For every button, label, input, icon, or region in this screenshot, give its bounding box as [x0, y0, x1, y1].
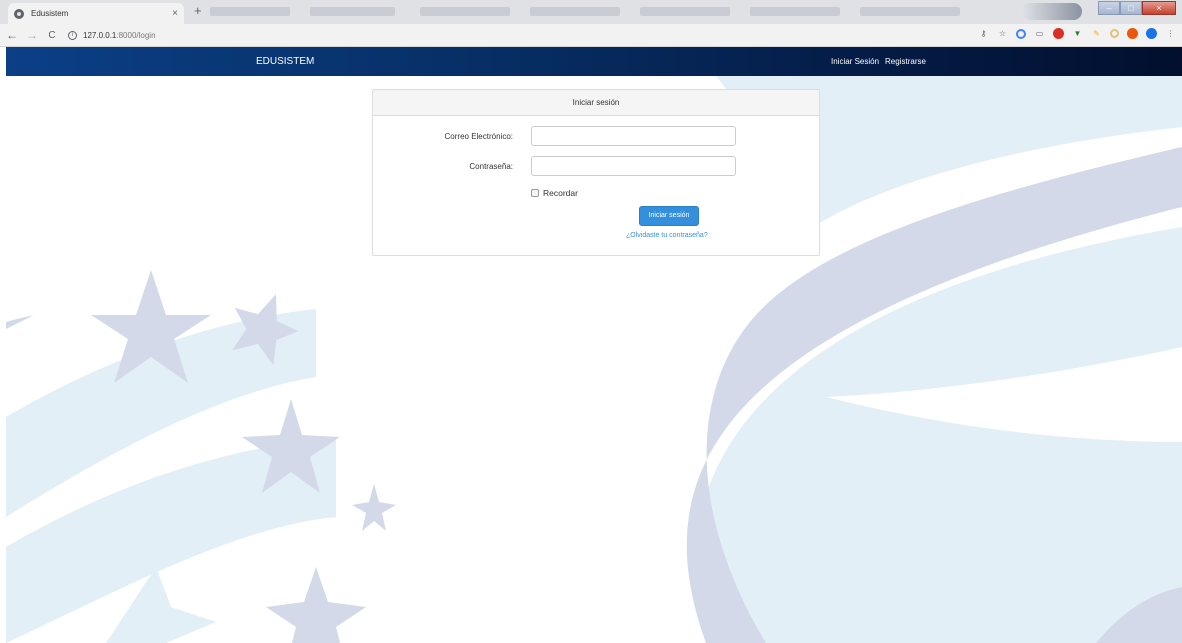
- remember-checkbox[interactable]: [531, 189, 539, 197]
- forgot-password-link[interactable]: ¿Olvidaste tu contraseña?: [626, 232, 708, 239]
- login-panel: Iniciar sesión Correo Electrónico: Contr…: [372, 89, 820, 256]
- background-tab[interactable]: [210, 7, 290, 16]
- browser-tab-active[interactable]: Edusistem ×: [8, 3, 184, 24]
- back-button[interactable]: ←: [4, 28, 20, 42]
- close-window-button[interactable]: ×: [1142, 1, 1176, 15]
- vue-devtools-icon[interactable]: ▼: [1072, 28, 1083, 39]
- new-tab-button[interactable]: +: [194, 4, 202, 18]
- window-controls: – □ ×: [1098, 1, 1176, 15]
- background-tab[interactable]: [530, 7, 620, 16]
- email-label: Correo Electrónico:: [444, 132, 513, 141]
- background-tab[interactable]: [310, 7, 395, 16]
- account-icon[interactable]: [1146, 28, 1157, 39]
- background-tab[interactable]: [420, 7, 510, 16]
- login-panel-heading: Iniciar sesión: [373, 90, 819, 116]
- nav-login-link[interactable]: Iniciar Sesión: [831, 57, 879, 66]
- background-tab[interactable]: [640, 7, 730, 16]
- nav-register-link[interactable]: Registrarse: [885, 57, 926, 66]
- profile-chip[interactable]: [1022, 3, 1082, 20]
- tab-title: Edusistem: [31, 9, 69, 18]
- pen-icon[interactable]: ✎: [1091, 28, 1102, 39]
- extensions-area: ⚷ ☆ ▭ ▼ ✎ ⋮: [978, 28, 1176, 39]
- maximize-button[interactable]: □: [1120, 1, 1142, 15]
- top-navbar: EDUSISTEM Iniciar Sesión Registrarse: [6, 47, 1182, 76]
- adblock-icon[interactable]: [1053, 28, 1064, 39]
- forward-button[interactable]: →: [24, 28, 40, 42]
- tab-close-icon[interactable]: ×: [172, 8, 178, 19]
- site-favicon-icon: [14, 8, 24, 19]
- url-host: 127.0.0.1: [83, 30, 117, 40]
- email-row: Correo Electrónico:: [373, 126, 819, 146]
- address-bar[interactable]: i 127.0.0.1:8000/login: [68, 26, 968, 44]
- star-icon[interactable]: ☆: [997, 28, 1008, 39]
- reload-button[interactable]: C: [44, 30, 60, 41]
- key-icon[interactable]: ⚷: [978, 28, 989, 39]
- background-tab[interactable]: [860, 7, 960, 16]
- minimize-button[interactable]: –: [1098, 1, 1120, 15]
- page-viewport: EDUSISTEM Iniciar Sesión Registrarse Ini…: [6, 47, 1182, 643]
- password-label: Contraseña:: [469, 162, 513, 171]
- menu-icon[interactable]: ⋮: [1165, 28, 1176, 39]
- browser-toolbar: ← → C i 127.0.0.1:8000/login ⚷ ☆ ▭ ▼ ✎ ⋮: [0, 24, 1182, 47]
- remember-label[interactable]: Recordar: [543, 188, 578, 198]
- remember-row: Recordar: [531, 188, 578, 198]
- password-field[interactable]: [531, 156, 736, 176]
- cast-icon[interactable]: ▭: [1034, 28, 1045, 39]
- browser-tabstrip: Edusistem × + – □ ×: [0, 0, 1182, 24]
- background-tab[interactable]: [750, 7, 840, 16]
- url-path: :8000/login: [116, 30, 156, 40]
- navbar-links: Iniciar Sesión Registrarse: [831, 57, 926, 66]
- email-field[interactable]: [531, 126, 736, 146]
- info-icon[interactable]: i: [68, 30, 77, 40]
- brand-logo[interactable]: EDUSISTEM: [256, 56, 314, 67]
- ring-icon[interactable]: [1110, 29, 1119, 38]
- url-text: 127.0.0.1:8000/login: [83, 31, 156, 40]
- password-row: Contraseña:: [373, 156, 819, 176]
- stop-icon[interactable]: [1127, 28, 1138, 39]
- login-submit-button[interactable]: Iniciar sesión: [639, 206, 699, 226]
- circle-g-icon[interactable]: [1016, 28, 1026, 39]
